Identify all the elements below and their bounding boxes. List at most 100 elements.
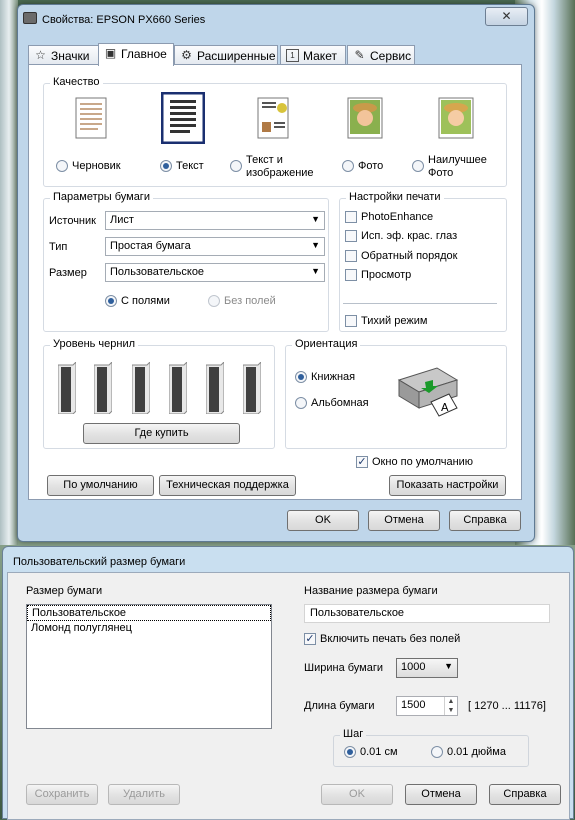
tab-label: Главное xyxy=(121,47,167,61)
dialog-body: Размер бумаги Пользовательское Ломонд по… xyxy=(7,572,570,820)
quality-best-photo-radio[interactable]: Наилучшее Фото xyxy=(412,154,492,180)
tab-icons[interactable]: ☆ Значки xyxy=(28,45,99,65)
group-title: Уровень чернил xyxy=(50,338,139,350)
dropdown-arrow-icon: ▼ xyxy=(311,240,320,250)
group-title: Ориентация xyxy=(292,338,361,350)
close-button[interactable]: ✕ xyxy=(485,7,528,26)
landscape-radio[interactable]: Альбомная xyxy=(295,397,369,409)
radio-label: Книжная xyxy=(311,371,356,383)
radio-button[interactable] xyxy=(56,160,68,172)
text-quality-icon xyxy=(161,92,205,144)
tab-service[interactable]: ✎ Сервис xyxy=(347,45,415,65)
type-select[interactable]: Простая бумага ▼ xyxy=(105,237,325,256)
photo-quality-icon xyxy=(347,97,383,139)
radio-button[interactable] xyxy=(412,160,424,172)
radio-button[interactable] xyxy=(431,746,443,758)
defaults-button[interactable]: По умолчанию xyxy=(47,475,154,496)
red-eye-checkbox[interactable]: Исп. эф. крас. глаз xyxy=(345,230,457,242)
print-settings-group: Настройки печати PhotoEnhance Исп. эф. к… xyxy=(339,191,507,332)
paper-settings-group: Параметры бумаги Источник Лист ▼ Тип Про… xyxy=(43,191,329,332)
spinner-value: 1500 xyxy=(401,699,426,711)
radio-button[interactable] xyxy=(344,746,356,758)
svg-text:A: A xyxy=(441,401,449,414)
radio-button[interactable] xyxy=(105,295,117,307)
borderless-radio[interactable]: Без полей xyxy=(208,295,276,307)
title-bar: Свойства: EPSON PX660 Series ✕ xyxy=(18,5,534,33)
select-value: 1000 xyxy=(401,661,426,673)
preview-checkbox[interactable]: Просмотр xyxy=(345,269,411,281)
radio-label: Фото xyxy=(358,160,384,172)
where-to-buy-button[interactable]: Где купить xyxy=(83,423,240,444)
ok-button[interactable]: OK xyxy=(321,784,393,805)
radio-button[interactable] xyxy=(160,160,172,172)
checkbox[interactable] xyxy=(345,250,357,262)
ink-cartridge-5 xyxy=(206,362,224,414)
radio-label: 0.01 дюйма xyxy=(447,746,506,758)
quality-photo-radio[interactable]: Фото xyxy=(342,160,383,172)
source-select[interactable]: Лист ▼ xyxy=(105,211,325,230)
printer-icon: ▣ xyxy=(104,46,117,60)
draft-quality-icon xyxy=(75,97,107,139)
tech-support-button[interactable]: Техническая поддержка xyxy=(159,475,296,496)
checkbox[interactable]: ✓ xyxy=(304,633,316,645)
ok-button[interactable]: OK xyxy=(287,510,359,531)
cancel-button[interactable]: Отмена xyxy=(405,784,477,805)
desktop-background-left xyxy=(0,0,18,545)
quality-draft-radio[interactable]: Черновик xyxy=(56,160,121,172)
checkbox-label: Тихий режим xyxy=(361,315,428,327)
tab-layout[interactable]: 1 Макет xyxy=(280,45,346,65)
tab-advanced[interactable]: ⚙ Расширенные xyxy=(174,45,278,65)
photoenhance-checkbox[interactable]: PhotoEnhance xyxy=(345,211,433,223)
paper-name-input[interactable]: Пользовательское xyxy=(304,604,550,623)
radio-button[interactable] xyxy=(230,160,242,172)
ink-level-group: Уровень чернил Где купить xyxy=(43,338,275,449)
enable-borderless-checkbox[interactable]: ✓ Включить печать без полей xyxy=(304,633,460,645)
portrait-radio[interactable]: Книжная xyxy=(295,371,355,383)
show-settings-button[interactable]: Показать настройки xyxy=(389,475,506,496)
checkbox[interactable]: ✓ xyxy=(356,456,368,468)
help-button[interactable]: Справка xyxy=(489,784,561,805)
printer-orientation-icon: A xyxy=(397,367,459,417)
help-button[interactable]: Справка xyxy=(449,510,521,531)
save-button[interactable]: Сохранить xyxy=(26,784,98,805)
paper-name-label: Название размера бумаги xyxy=(304,585,438,597)
ink-cartridge-3 xyxy=(132,362,150,414)
size-select[interactable]: Пользовательское ▼ xyxy=(105,263,325,282)
paper-width-select[interactable]: 1000 ▼ xyxy=(396,658,458,678)
type-label: Тип xyxy=(49,241,68,253)
radio-button[interactable] xyxy=(342,160,354,172)
list-item[interactable]: Ломонд полуглянец xyxy=(27,621,271,637)
step-inch-radio[interactable]: 0.01 дюйма xyxy=(431,746,506,758)
paper-size-list[interactable]: Пользовательское Ломонд полуглянец xyxy=(26,604,272,729)
quality-text-image-radio[interactable]: Текст и изображение xyxy=(230,154,316,180)
default-window-checkbox[interactable]: ✓ Окно по умолчанию xyxy=(356,456,473,468)
radio-button[interactable] xyxy=(295,371,307,383)
paper-length-label: Длина бумаги xyxy=(304,700,375,712)
radio-label: Наилучшее Фото xyxy=(428,154,487,179)
quality-text-radio[interactable]: Текст xyxy=(160,160,204,172)
length-range: [ 1270 ... 11176] xyxy=(468,700,546,712)
spinner-arrows-icon[interactable]: ▲ ▼ xyxy=(444,697,457,715)
delete-button[interactable]: Удалить xyxy=(108,784,180,805)
reverse-order-checkbox[interactable]: Обратный порядок xyxy=(345,250,457,262)
paper-size-label: Размер бумаги xyxy=(26,585,103,597)
cancel-button[interactable]: Отмена xyxy=(368,510,440,531)
checkbox[interactable] xyxy=(345,230,357,242)
tab-main[interactable]: ▣ Главное xyxy=(98,43,174,66)
list-item[interactable]: Пользовательское xyxy=(27,605,271,621)
star-icon: ☆ xyxy=(35,48,46,62)
paper-length-spinner[interactable]: 1500 ▲ ▼ xyxy=(396,696,458,716)
quiet-mode-checkbox[interactable]: Тихий режим xyxy=(345,315,427,327)
checkbox[interactable] xyxy=(345,211,357,223)
quality-group: Качество Черновик Текст Текст и изображе… xyxy=(43,76,507,187)
wrench-icon: ✎ xyxy=(354,48,365,62)
with-margins-radio[interactable]: С полями xyxy=(105,295,170,307)
checkbox[interactable] xyxy=(345,315,357,327)
select-value: Лист xyxy=(110,214,134,226)
radio-button[interactable] xyxy=(295,397,307,409)
step-cm-radio[interactable]: 0.01 см xyxy=(344,746,398,758)
best-photo-quality-icon xyxy=(438,97,474,139)
radio-button[interactable] xyxy=(208,295,220,307)
main-tab-panel: Качество Черновик Текст Текст и изображе… xyxy=(28,64,522,500)
checkbox[interactable] xyxy=(345,269,357,281)
